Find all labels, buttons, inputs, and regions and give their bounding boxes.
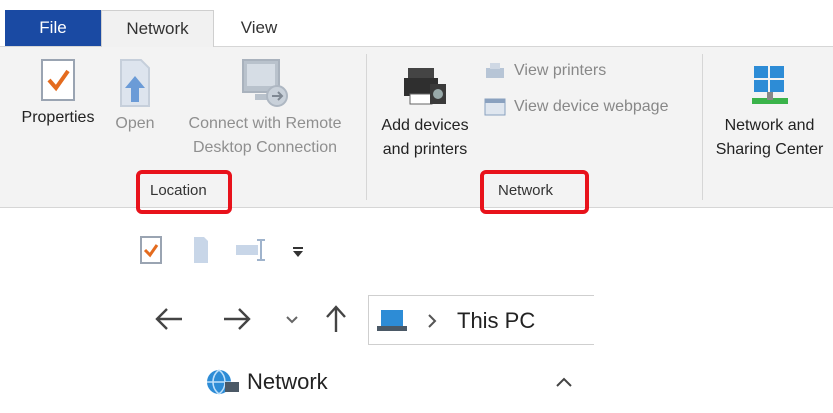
new-folder-icon[interactable] bbox=[192, 236, 210, 264]
properties-button[interactable]: Properties bbox=[8, 58, 108, 130]
this-pc-icon bbox=[377, 310, 407, 331]
view-device-webpage-button[interactable]: View device webpage bbox=[484, 98, 668, 116]
properties-icon[interactable] bbox=[140, 236, 162, 264]
open-button[interactable]: Open bbox=[110, 58, 160, 136]
tab-view[interactable]: View bbox=[214, 10, 304, 46]
network-and-sharing-center-button[interactable]: Network and Sharing Center bbox=[706, 64, 833, 162]
tab-network[interactable]: Network bbox=[101, 10, 214, 47]
view-printers-button[interactable]: View printers bbox=[484, 62, 606, 80]
add-devices-and-printers-button[interactable]: Add devices and printers bbox=[370, 64, 480, 162]
ribbon-separator bbox=[702, 54, 703, 200]
breadcrumb-this-pc[interactable]: This PC bbox=[457, 308, 535, 334]
navpane-network-label: Network bbox=[247, 369, 328, 394]
tab-file[interactable]: File bbox=[5, 10, 101, 46]
forward-arrow-icon[interactable] bbox=[222, 306, 252, 332]
network-highlight bbox=[480, 170, 589, 214]
open-label: Open bbox=[115, 115, 155, 132]
view-device-webpage-label: View device webpage bbox=[514, 98, 669, 115]
remote-desktop-icon bbox=[242, 59, 288, 107]
view-device-webpage-icon bbox=[484, 98, 506, 116]
connect-label-line2: Desktop Connection bbox=[192, 139, 338, 156]
network-sharing-label-line1: Network and bbox=[724, 117, 815, 134]
connect-label-line1: Connect with Remote bbox=[188, 115, 342, 132]
add-devices-label-line1: Add devices bbox=[381, 117, 469, 134]
network-sharing-label-line2: Sharing Center bbox=[715, 141, 824, 158]
address-bar[interactable]: This PC bbox=[368, 295, 594, 345]
recent-locations-chevron-icon[interactable] bbox=[286, 316, 298, 324]
ribbon-tab-bar: File Network View bbox=[0, 0, 833, 47]
open-icon bbox=[120, 59, 150, 107]
properties-label: Properties bbox=[21, 109, 95, 126]
add-devices-label-line2: and printers bbox=[382, 141, 468, 158]
network-icon bbox=[207, 369, 239, 395]
rename-icon[interactable] bbox=[235, 238, 269, 262]
up-arrow-icon[interactable] bbox=[324, 304, 348, 334]
customize-toolbar-icon[interactable] bbox=[292, 246, 304, 258]
printer-icon bbox=[404, 68, 446, 105]
view-printers-label: View printers bbox=[514, 62, 607, 79]
navpane-network-item[interactable]: Network bbox=[205, 368, 328, 396]
collapse-chevron-icon[interactable] bbox=[555, 376, 573, 388]
back-arrow-icon[interactable] bbox=[154, 306, 184, 332]
breadcrumb-chevron-icon[interactable] bbox=[427, 314, 437, 328]
ribbon-separator bbox=[366, 54, 367, 200]
connect-remote-desktop-button[interactable]: Connect with Remote Desktop Connection bbox=[172, 58, 358, 160]
network-sharing-icon bbox=[751, 66, 788, 104]
view-printers-icon bbox=[486, 63, 504, 78]
location-highlight bbox=[136, 170, 232, 214]
properties-icon bbox=[41, 59, 75, 101]
